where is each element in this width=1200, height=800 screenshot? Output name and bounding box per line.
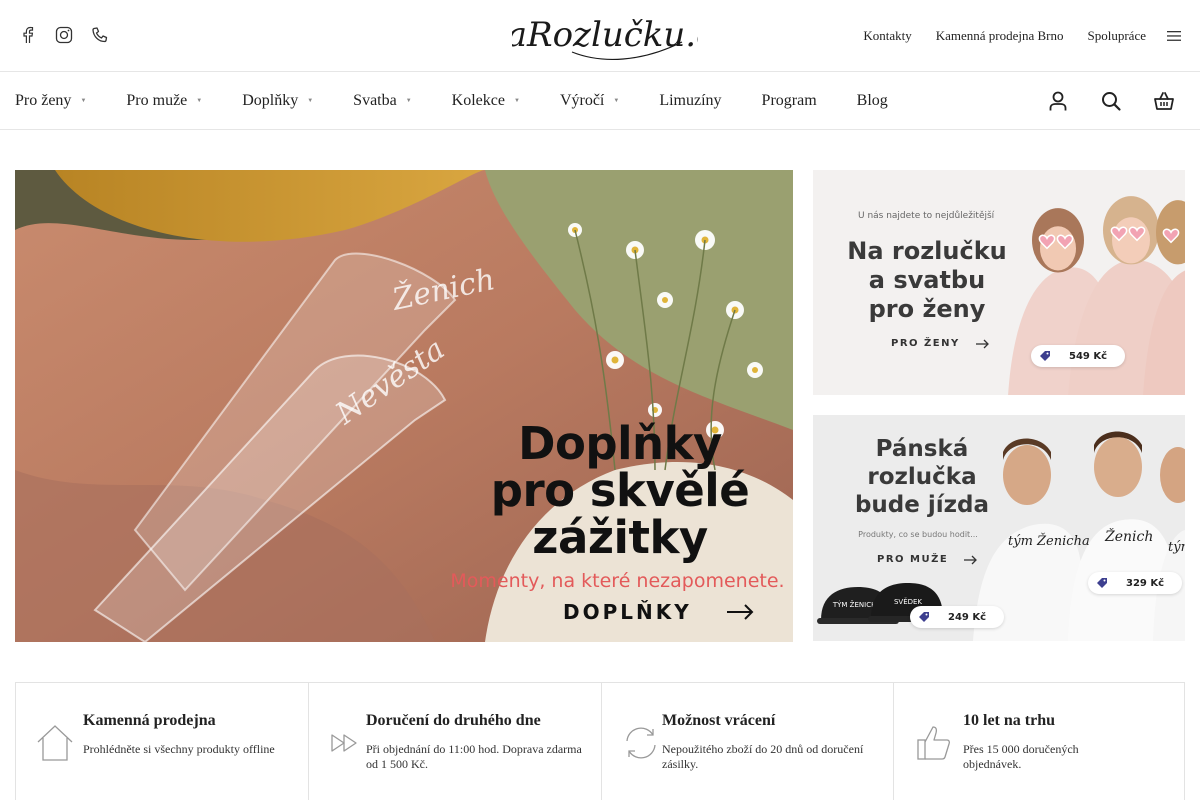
top-links: Kontakty Kamenná prodejna Brno Spoluprác… [839, 26, 1200, 46]
nav-item-label: Výročí [559, 92, 605, 109]
nav-item-program[interactable]: Program [762, 92, 817, 110]
price-badge: 549 Kč [1031, 345, 1126, 367]
banner-men-title-line: rozlučka [867, 464, 977, 490]
nav-item-kolekce[interactable]: Kolekce ▼ [452, 92, 520, 110]
logo-text: NaRozlučku.cz [512, 15, 698, 55]
price-tag-icon [1040, 351, 1050, 361]
shirt-print-3: tým Ženicha [1168, 539, 1185, 555]
phone-icon[interactable] [90, 25, 110, 45]
cap-print-2: SVĚDEK [894, 597, 922, 606]
fast-forward-icon [331, 734, 357, 752]
price-badge: 249 Kč [910, 606, 1005, 628]
hero-subtitle: Momenty, na které nezapomenete. [450, 570, 785, 592]
search-icon[interactable] [1099, 89, 1123, 113]
banner-men-cta-label: PRO MUŽE [877, 554, 949, 565]
hero-title-line: pro skvělé [490, 464, 750, 517]
nav-item-svatba[interactable]: Svatba ▼ [353, 92, 412, 110]
top-bar: NaRozlučku.cz Kontakty Kamenná prodejna … [0, 0, 1200, 72]
hero-cta-label: DOPLŇKY [563, 600, 692, 624]
nav-item-vyroci[interactable]: Výročí ▼ [560, 92, 619, 110]
contacts-link[interactable]: Kontakty [863, 28, 911, 44]
feature-delivery[interactable]: Doručení do druhého dne Při objednání do… [309, 683, 602, 800]
feature-years[interactable]: 10 let na trhu Přes 15 000 doručených ob… [894, 683, 1184, 800]
social-links [18, 25, 110, 45]
feature-title: Doručení do druhého dne [366, 712, 541, 729]
banner-men-cta[interactable]: PRO MUŽE [877, 554, 978, 565]
banner-women[interactable]: U nás najdete to nejdůležitější Na rozlu… [813, 170, 1185, 395]
price-tag-icon [919, 612, 929, 622]
nav-item-label: Program [761, 92, 817, 109]
nav-icons [1046, 89, 1200, 113]
feature-returns[interactable]: Možnost vrácení Nepoužitého zboží do 20 … [602, 683, 894, 800]
instagram-icon[interactable] [54, 25, 74, 45]
arrow-right-icon [964, 555, 978, 564]
refresh-icon [626, 727, 656, 759]
features-strip: Kamenná prodejna Prohlédněte si všechny … [15, 682, 1185, 800]
banner-women-cta-label: PRO ŽENY [891, 338, 960, 349]
banner-women-tagline: U nás najdete to nejdůležitější [858, 211, 995, 221]
basket-icon[interactable] [1152, 89, 1176, 113]
nav-item-pro-zeny[interactable]: Pro ženy ▼ [15, 92, 86, 110]
chevron-down-icon: ▼ [196, 98, 203, 104]
arrow-right-icon [726, 604, 754, 620]
banner-men[interactable]: tým Ženicha Ženich tým Ženicha TÝM ŽENIC… [813, 415, 1185, 641]
nav-item-label: Svatba [353, 92, 397, 109]
chevron-down-icon: ▼ [513, 98, 520, 104]
hero-title: Doplňky pro skvělé zážitky [475, 420, 765, 561]
feature-desc: Přes 15 000 doručených objednávek. [963, 742, 1079, 771]
banner-men-title-line: Pánská [875, 436, 969, 462]
feature-store[interactable]: Kamenná prodejna Prohlédněte si všechny … [16, 683, 309, 800]
chevron-down-icon: ▼ [80, 98, 87, 104]
feature-title: Kamenná prodejna [83, 712, 216, 729]
cooperation-link[interactable]: Spolupráce [1088, 28, 1146, 44]
main-navigation: Pro ženy ▼ Pro muže ▼ Doplňky ▼ Svatba ▼… [0, 72, 1200, 130]
chevron-down-icon: ▼ [307, 98, 314, 104]
feature-desc: Při objednání do 11:00 hod. Doprava zdar… [366, 742, 582, 771]
banner-women-title-line: Na rozlučku [847, 237, 1007, 265]
user-icon[interactable] [1046, 89, 1070, 113]
banner-women-title: Na rozlučku a svatbu pro ženy [837, 237, 1017, 324]
banner-men-title-line: bude jízda [854, 492, 990, 518]
price-tag-icon [1097, 578, 1107, 588]
hero-title-line: zážitky [532, 511, 708, 564]
banner-men-tagline: Produkty, co se budou hodit... [858, 530, 978, 539]
banner-women-cta[interactable]: PRO ŽENY [891, 338, 990, 349]
facebook-icon[interactable] [18, 25, 38, 45]
nav-item-label: Pro muže [126, 92, 188, 109]
site-logo[interactable]: NaRozlučku.cz [512, 6, 698, 68]
nav-item-label: Blog [856, 92, 888, 109]
price-badge: 329 Kč [1088, 572, 1183, 594]
nav-item-doplnky[interactable]: Doplňky ▼ [242, 92, 313, 110]
banner-women-title-line: a svatbu [868, 266, 986, 294]
chevron-down-icon: ▼ [613, 98, 620, 104]
banner-women-title-line: pro ženy [868, 295, 986, 323]
nav-item-pro-muze[interactable]: Pro muže ▼ [126, 92, 202, 110]
nav-item-limuziny[interactable]: Limuzíny [659, 92, 721, 110]
hero-cta-button[interactable]: DOPLŇKY [563, 600, 754, 624]
arrow-right-icon [975, 339, 989, 348]
shirt-print-2: Ženich [1104, 527, 1153, 545]
nav-list: Pro ženy ▼ Pro muže ▼ Doplňky ▼ Svatba ▼… [15, 72, 928, 130]
store-brno-link[interactable]: Kamenná prodejna Brno [936, 28, 1064, 44]
nav-item-label: Doplňky [242, 92, 299, 109]
house-icon [37, 725, 73, 761]
feature-desc: Nepoužitého zboží do 20 dnů od doručení … [662, 742, 864, 771]
nav-item-blog[interactable]: Blog [857, 92, 888, 110]
price-label: 549 Kč [1069, 350, 1108, 362]
price-label: 329 Kč [1126, 577, 1165, 589]
nav-item-label: Kolekce [451, 92, 505, 109]
feature-desc: Prohlédněte si všechny produkty offline [83, 742, 275, 756]
feature-title: Možnost vrácení [662, 712, 776, 729]
feature-title: 10 let na trhu [963, 712, 1055, 729]
hero-title-line: Doplňky [518, 417, 722, 470]
chevron-down-icon: ▼ [405, 98, 412, 104]
nav-item-label: Pro ženy [15, 92, 72, 109]
nav-item-label: Limuzíny [659, 92, 722, 109]
banner-men-title: Pánská rozlučka bude jízda [837, 435, 1007, 519]
price-label: 249 Kč [948, 611, 987, 623]
thumbs-up-icon [917, 726, 951, 760]
hero-banner[interactable]: Ženich Nevěsta Doplňky pro skvělé zážitk… [15, 170, 793, 642]
menu-icon[interactable] [1166, 29, 1182, 43]
shirt-print-1: tým Ženicha [1008, 533, 1090, 549]
